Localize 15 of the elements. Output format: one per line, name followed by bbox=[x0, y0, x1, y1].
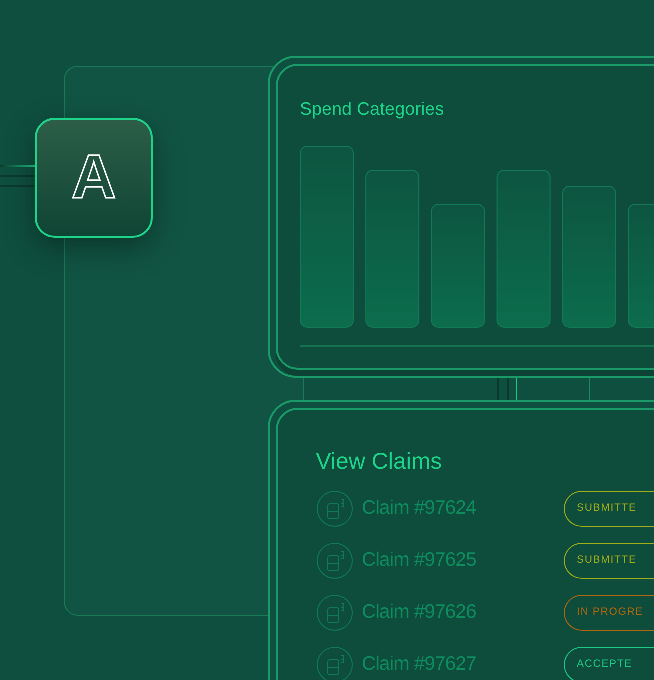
jar-icon bbox=[316, 594, 354, 632]
status-badge: ACCEPTE bbox=[564, 646, 654, 680]
status-badge: SUBMITTE bbox=[564, 490, 654, 526]
claim-number: Claim #97626 bbox=[362, 600, 478, 625]
claim-number: Claim #97625 bbox=[362, 548, 478, 573]
card-title: Spend Categories bbox=[300, 98, 444, 121]
status-badge: IN PROGRE bbox=[564, 594, 654, 630]
jar-icon bbox=[316, 542, 354, 580]
status-badge: SUBMITTE bbox=[564, 542, 654, 578]
jar-icon bbox=[316, 646, 354, 680]
claim-number: Claim #97627 bbox=[362, 652, 478, 677]
card-title: View Claims bbox=[316, 447, 444, 476]
jar-icon bbox=[316, 490, 354, 528]
logo-letter: A bbox=[72, 147, 116, 209]
claim-number: Claim #97624 bbox=[362, 496, 478, 521]
